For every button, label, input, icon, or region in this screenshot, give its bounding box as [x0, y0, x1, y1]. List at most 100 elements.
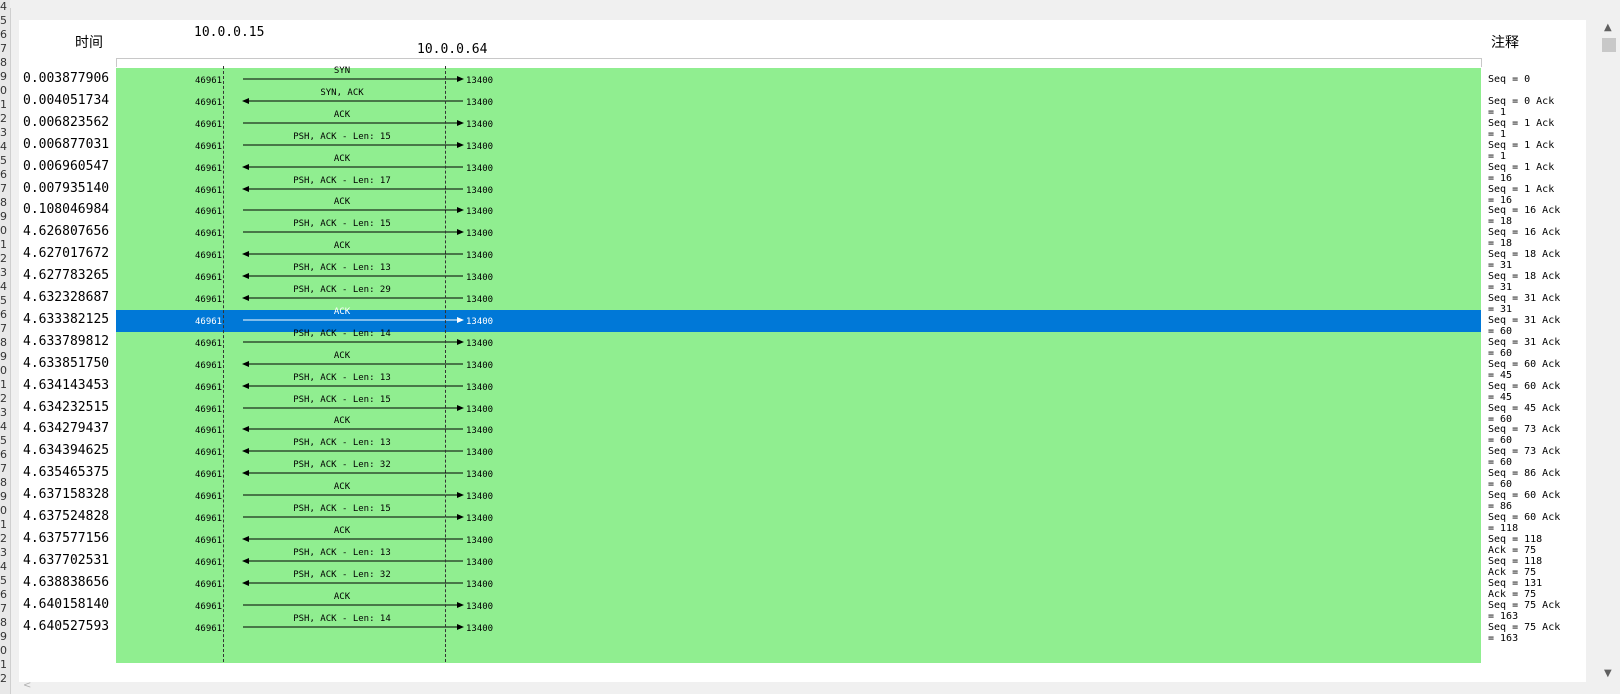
gutter-number: 9	[0, 210, 7, 223]
gutter-number: 9	[0, 630, 7, 643]
gutter-number: 2	[0, 672, 7, 685]
row-time: 4.627783265	[23, 268, 110, 284]
gutter-number: 9	[0, 70, 7, 83]
arrow-left-icon	[242, 295, 463, 301]
gutter-number: 5	[0, 154, 7, 167]
source-port: 46961	[195, 207, 223, 218]
chevron-left-icon[interactable]: <	[23, 680, 31, 691]
destination-port: 13400	[466, 316, 494, 327]
source-port: 46961	[195, 119, 223, 130]
arrow-left-icon	[242, 535, 463, 542]
vertical-scrollbar[interactable]: ▲ ▼	[1600, 20, 1620, 682]
row-time: 0.006877031	[23, 136, 110, 152]
chevron-up-icon[interactable]: ▲	[1604, 22, 1612, 33]
row-time: 4.634394625	[23, 443, 110, 459]
arrow-left-icon	[242, 273, 463, 280]
arrow-right-icon	[243, 492, 464, 499]
gutter-number: 7	[0, 42, 7, 55]
destination-port: 13400	[466, 163, 494, 174]
gutter-number: 8	[0, 476, 7, 489]
source-port: 46961	[195, 601, 223, 612]
chevron-down-icon[interactable]: ▼	[1604, 668, 1612, 679]
gutter-number: 3	[0, 266, 7, 279]
source-port: 46961	[195, 141, 223, 152]
gutter-number: 1	[0, 98, 7, 111]
time-column-header: 时间	[75, 35, 103, 51]
gutter-number: 8	[0, 196, 7, 209]
arrow-right-icon	[243, 229, 464, 236]
row-time: 4.640158140	[23, 596, 110, 612]
arrow-left-icon	[242, 470, 463, 477]
gutter-number: 5	[0, 574, 7, 587]
source-port: 46961	[195, 535, 223, 546]
row-time: 4.626807656	[23, 224, 110, 240]
destination-port: 13400	[466, 579, 494, 590]
gutter-number: 6	[0, 588, 7, 601]
gutter-number: 0	[0, 644, 7, 657]
arrow-left-icon	[242, 579, 463, 586]
row-time: 4.632328687	[23, 290, 110, 305]
source-port: 46961	[195, 579, 223, 590]
row-time: 4.633851750	[23, 355, 110, 371]
arrow-right-icon	[243, 514, 464, 520]
source-port: 46961	[195, 229, 223, 240]
row-time: 0.006960547	[23, 158, 110, 174]
gutter-number: 6	[0, 308, 7, 321]
source-port: 46961	[195, 76, 223, 86]
destination-port: 13400	[466, 448, 494, 459]
scrollbar-thumb[interactable]	[1602, 38, 1616, 52]
gutter-number: 1	[0, 238, 7, 251]
arrow-right-icon	[243, 623, 464, 630]
arrow-left-icon	[242, 382, 463, 389]
arrow-right-icon	[243, 316, 464, 323]
gutter-number: 1	[0, 378, 7, 391]
arrow-right-icon	[243, 338, 464, 345]
gutter-number: 5	[0, 14, 7, 27]
horizontal-scrollbar[interactable]: <	[19, 680, 1600, 694]
arrow-left-icon	[242, 163, 463, 170]
gutter-number: 2	[0, 252, 7, 265]
row-time: 4.635465375	[23, 465, 110, 481]
destination-port: 13400	[466, 119, 494, 130]
source-port: 46961	[195, 470, 223, 481]
source-port: 46961	[195, 492, 223, 503]
gutter-number: 0	[0, 224, 7, 237]
row-time: 4.633382125	[23, 311, 110, 327]
source-port: 46961	[195, 316, 223, 327]
destination-port: 13400	[466, 273, 494, 284]
source-port: 46961	[195, 623, 223, 634]
gutter-number: 8	[0, 616, 7, 629]
flow-graph-window: 4567890123456789012345678901234567890123…	[0, 0, 1620, 694]
gutter-number: 6	[0, 28, 7, 41]
gutter-number: 4	[0, 280, 7, 293]
source-port: 46961	[195, 251, 223, 262]
destination-port: 13400	[466, 295, 494, 305]
row-time: 4.640527593	[23, 618, 110, 634]
gutter-number: 7	[0, 182, 7, 195]
source-port: 46961	[195, 97, 223, 108]
gutter-number: 7	[0, 322, 7, 335]
flow-row[interactable]: 4.640527593 46961 PSH, ACK - Len: 14 13400 S…	[19, 614, 1566, 644]
destination-port: 13400	[466, 601, 494, 612]
comment-column-header: 注释	[1491, 35, 1519, 51]
row-time: 4.637524828	[23, 509, 110, 524]
top-border	[10, 0, 1620, 8]
destination-port: 13400	[466, 185, 494, 196]
host-left-lifeline	[223, 66, 224, 662]
gutter-number: 6	[0, 168, 7, 181]
source-port: 46961	[195, 382, 223, 393]
row-time: 4.637158328	[23, 487, 110, 503]
gutter-number: 2	[0, 532, 7, 545]
gutter-number: 2	[0, 112, 7, 125]
arrow-right-icon	[243, 141, 464, 148]
gutter-number: 8	[0, 336, 7, 349]
arrow-left-icon	[242, 557, 463, 564]
source-port: 46961	[195, 448, 223, 459]
source-port: 46961	[195, 163, 223, 174]
destination-port: 13400	[466, 360, 494, 371]
destination-port: 13400	[466, 382, 494, 393]
gutter-number: 0	[0, 364, 7, 377]
flow-graph-canvas[interactable]: 时间 10.0.0.15 10.0.0.64 注释 0.003877906 469…	[19, 20, 1586, 682]
row-time: 0.108046984	[23, 202, 110, 218]
gutter-number: 6	[0, 448, 7, 461]
